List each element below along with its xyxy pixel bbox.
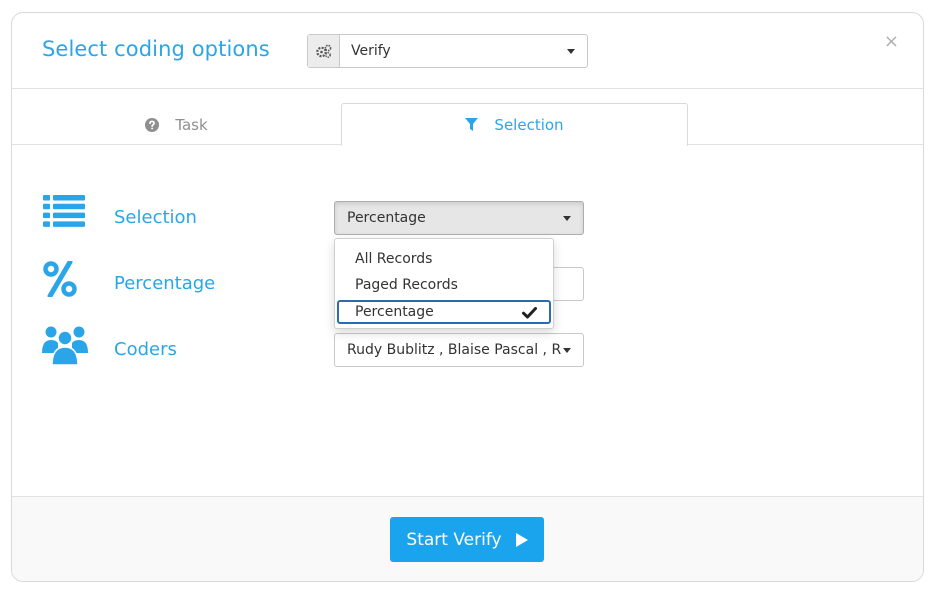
coders-select[interactable]: Rudy Bublitz , Blaise Pascal , Robert <box>334 333 584 367</box>
users-icon <box>42 325 88 369</box>
mode-select-value: Verify <box>351 43 391 59</box>
selection-select-value: Percentage <box>347 210 426 226</box>
mode-select[interactable]: Verify <box>307 34 588 68</box>
chevron-down-icon <box>567 49 575 54</box>
selection-label: Selection <box>114 207 197 228</box>
tabs-bar: Task Selection <box>12 89 923 146</box>
tab-task[interactable]: Task <box>12 103 341 146</box>
modal-header: Select coding options Verify × <box>12 13 923 89</box>
filter-icon <box>465 117 479 132</box>
coding-options-modal: Select coding options Verify × Task Sele… <box>11 12 924 582</box>
selection-select[interactable]: Percentage <box>334 201 584 235</box>
close-button[interactable]: × <box>884 33 899 51</box>
coders-select-value: Rudy Bublitz , Blaise Pascal , Robert <box>347 342 561 358</box>
checkmark-icon <box>522 305 537 325</box>
tab-selection-label: Selection <box>494 115 564 134</box>
coders-label: Coders <box>114 339 177 360</box>
list-icon <box>43 195 85 231</box>
play-icon <box>515 532 528 547</box>
modal-footer: Start Verify <box>12 496 923 581</box>
percent-icon <box>43 259 77 301</box>
gears-icon <box>308 35 340 67</box>
dropdown-option-percentage[interactable]: Percentage <box>337 300 551 324</box>
start-verify-button[interactable]: Start Verify <box>390 517 544 562</box>
tab-selection[interactable]: Selection <box>341 103 688 146</box>
dropdown-option-label: Percentage <box>355 304 434 320</box>
dropdown-option-paged-records[interactable]: Paged Records <box>337 274 551 298</box>
chevron-down-icon <box>563 216 571 221</box>
modal-title: Select coding options <box>42 37 270 61</box>
percentage-label: Percentage <box>114 273 216 294</box>
question-circle-icon <box>145 117 160 132</box>
start-verify-label: Start Verify <box>406 529 502 550</box>
dropdown-option-label: Paged Records <box>355 277 458 293</box>
selection-dropdown-menu: All Records Paged Records Percentage <box>334 238 554 329</box>
dropdown-option-label: All Records <box>355 251 433 267</box>
tab-task-label: Task <box>175 115 208 134</box>
chevron-down-icon <box>563 348 571 353</box>
dropdown-option-all-records[interactable]: All Records <box>337 248 551 272</box>
